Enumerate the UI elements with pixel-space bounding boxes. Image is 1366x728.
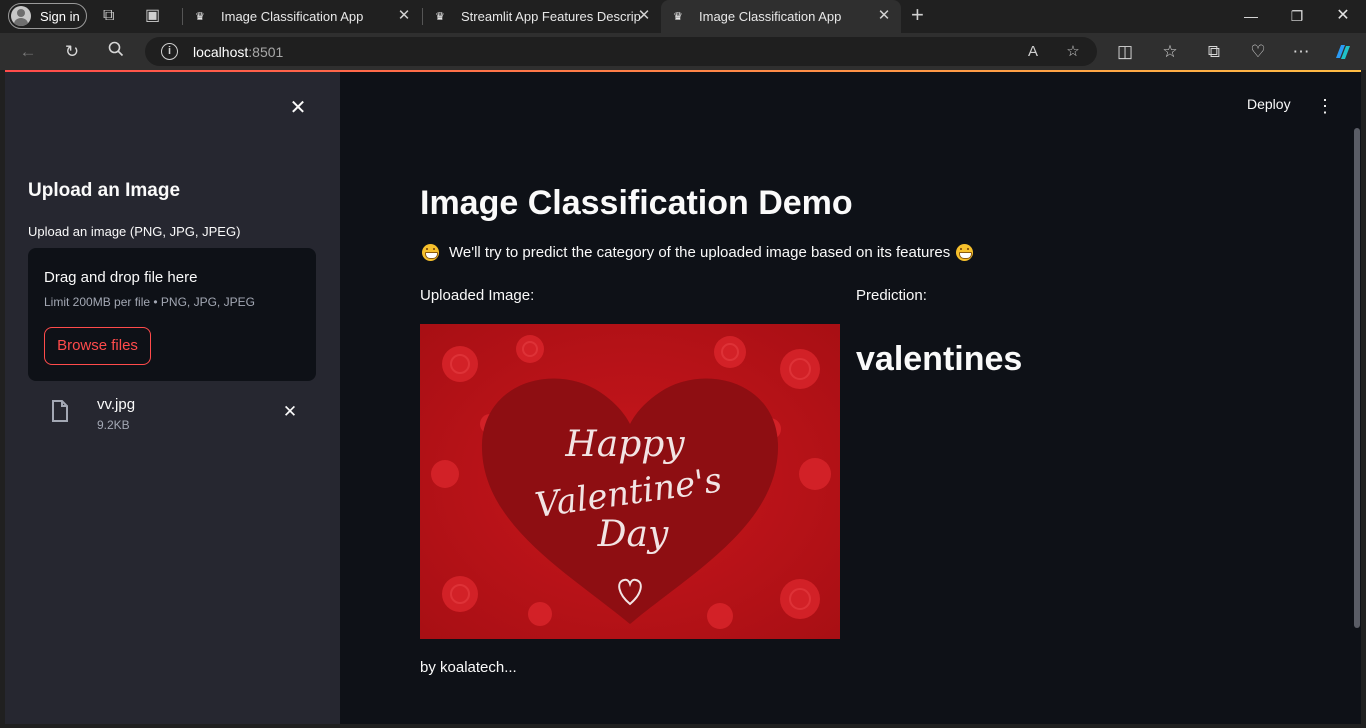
copilot-icon[interactable] <box>1332 41 1354 63</box>
sign-in-button[interactable]: Sign in <box>8 3 87 29</box>
url-bar[interactable]: i localhost:8501 A ☆ <box>145 37 1097 66</box>
main-content: Deploy ⋮ Image Classification Demo We'll… <box>340 72 1361 724</box>
uploaded-image: Happy Valentine's Day <box>420 324 840 639</box>
dropzone-title: Drag and drop file here <box>44 269 198 286</box>
image-text-day: Day <box>597 514 669 555</box>
file-icon <box>51 399 69 423</box>
deploy-button[interactable]: Deploy <box>1247 96 1291 112</box>
favorites-icon[interactable]: ☆ <box>1159 41 1181 63</box>
search-icon[interactable] <box>105 41 127 63</box>
tab-streamlit-features[interactable]: ♛ Streamlit App Features Description ✕ <box>423 0 661 33</box>
sidebar: ✕ Upload an Image Upload an image (PNG, … <box>5 72 340 724</box>
tab-title: Image Classification App <box>699 9 842 24</box>
read-aloud-icon[interactable]: A <box>1023 42 1043 62</box>
streamlit-app: ✕ Upload an Image Upload an image (PNG, … <box>5 72 1361 724</box>
scrollbar[interactable] <box>1354 128 1360 628</box>
tab-title: Image Classification App <box>221 9 364 24</box>
streamlit-favicon-icon: ♛ <box>435 11 445 23</box>
sign-in-label: Sign in <box>40 8 80 24</box>
split-screen-icon[interactable]: ◫ <box>1114 41 1136 63</box>
minimize-icon[interactable]: — <box>1241 6 1261 26</box>
main-menu-icon[interactable]: ⋮ <box>1316 96 1334 116</box>
profile-avatar-icon <box>11 6 31 26</box>
close-sidebar-icon[interactable]: ✕ <box>288 98 308 118</box>
close-tab-icon[interactable]: ✕ <box>395 7 413 25</box>
streamlit-favicon-icon: ♛ <box>195 11 205 23</box>
browser-essentials-icon[interactable]: ♡ <box>1247 41 1269 63</box>
file-name: vv.jpg <box>97 396 136 413</box>
browse-files-button[interactable]: Browse files <box>44 327 151 365</box>
file-size: 9.2KB <box>97 418 130 432</box>
footer-text: by koalatech... <box>420 659 517 676</box>
restore-icon[interactable]: ❐ <box>1287 6 1307 26</box>
subtitle-text: We'll try to predict the category of the… <box>449 244 951 261</box>
close-tab-icon[interactable]: ✕ <box>875 7 893 25</box>
remove-file-icon[interactable]: ✕ <box>280 402 300 422</box>
browser-tab-bar: Sign in ⧉ ▣ ♛ Image Classification App ✕… <box>0 0 1366 33</box>
prediction-value: valentines <box>856 340 1023 378</box>
close-tab-icon[interactable]: ✕ <box>635 7 653 25</box>
grinning-emoji-icon <box>956 244 974 261</box>
address-toolbar: ← ↻ i localhost:8501 A ☆ ◫ ☆ ⧉ ♡ ⋯ <box>0 33 1366 70</box>
favorite-star-icon[interactable]: ☆ <box>1063 42 1083 62</box>
site-info-icon[interactable]: i <box>161 43 178 60</box>
url-text[interactable]: localhost:8501 <box>193 44 283 60</box>
uploader-label: Upload an image (PNG, JPG, JPEG) <box>28 224 241 239</box>
new-tab-icon[interactable]: + <box>911 4 924 26</box>
workspaces-icon[interactable]: ⧉ <box>103 6 114 26</box>
dropzone-limit: Limit 200MB per file • PNG, JPG, JPEG <box>44 295 255 309</box>
grinning-emoji-icon <box>422 244 439 261</box>
uploaded-file-item: vv.jpg 9.2KB ✕ <box>28 394 316 434</box>
streamlit-favicon-icon: ♛ <box>673 11 683 23</box>
sidebar-title: Upload an Image <box>28 180 181 201</box>
uploaded-image-label: Uploaded Image: <box>420 287 535 304</box>
tab-title: Streamlit App Features Description <box>461 9 641 24</box>
vertical-tabs-icon[interactable]: ▣ <box>145 6 160 26</box>
tab-image-classification-active[interactable]: ♛ Image Classification App ✕ <box>661 0 901 33</box>
tab-image-classification-1[interactable]: ♛ Image Classification App ✕ <box>183 0 421 33</box>
subtitle: We'll try to predict the category of the… <box>420 244 979 261</box>
more-options-icon[interactable]: ⋯ <box>1290 41 1312 63</box>
back-arrow-icon[interactable]: ← <box>17 41 39 63</box>
collections-icon[interactable]: ⧉ <box>1203 41 1225 63</box>
file-dropzone[interactable]: Drag and drop file here Limit 200MB per … <box>28 248 316 381</box>
close-window-icon[interactable]: ✕ <box>1333 6 1353 26</box>
page-title: Image Classification Demo <box>420 184 853 222</box>
refresh-icon[interactable]: ↻ <box>61 41 83 63</box>
image-text-happy: Happy <box>564 424 685 465</box>
prediction-label: Prediction: <box>856 287 927 304</box>
